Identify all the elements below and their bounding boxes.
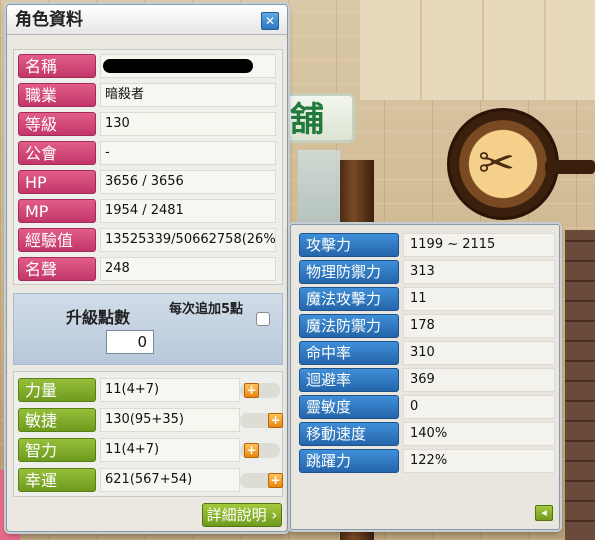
physical-defense-label: 物理防禦力	[299, 260, 399, 284]
luk-plus-button[interactable]: +	[268, 473, 283, 488]
fame-label: 名聲	[18, 257, 96, 281]
attack-value: 1199 ~ 2115	[403, 233, 555, 257]
int-label: 智力	[18, 438, 96, 462]
name-value	[100, 54, 276, 78]
avoidability-value: 369	[403, 368, 555, 392]
stat-row-luk: 幸運 621(567+54) +	[18, 468, 283, 492]
mp-label: MP	[18, 199, 96, 223]
detail-row-speed: 移動速度 140%	[299, 422, 555, 446]
add-five-checkbox[interactable]	[256, 312, 270, 326]
info-row-job: 職業 暗殺者	[18, 83, 278, 107]
exp-label: 經驗值	[18, 228, 96, 252]
info-row-exp: 經驗值 13525339/50662758(26%)	[18, 228, 278, 252]
hp-value: 3656 / 3656	[100, 170, 276, 194]
guild-label: 公會	[18, 141, 96, 165]
str-label: 力量	[18, 378, 96, 402]
hands-value: 0	[403, 395, 555, 419]
window-titlebar[interactable]: 角色資料 ✕	[7, 5, 287, 35]
detail-row-matk: 魔法攻擊力 11	[299, 287, 555, 311]
magic-attack-value: 11	[403, 287, 555, 311]
shop-sign-board: 舖	[283, 93, 355, 143]
info-row-hp: HP 3656 / 3656	[18, 170, 278, 194]
shop-window	[298, 150, 340, 230]
dex-label: 敏捷	[18, 408, 96, 432]
int-value: 11(4+7)	[100, 438, 240, 462]
luk-label: 幸運	[18, 468, 96, 492]
level-label: 等級	[18, 112, 96, 136]
speed-value: 140%	[403, 422, 555, 446]
close-icon: ✕	[264, 14, 276, 28]
fame-value: 248	[100, 257, 276, 281]
brick-wall	[565, 230, 595, 540]
magic-defense-value: 178	[403, 314, 555, 338]
accuracy-label: 命中率	[299, 341, 399, 365]
luk-value: 621(567+54)	[100, 468, 240, 492]
ability-points-value: 0	[106, 330, 154, 354]
sign-bracket	[545, 160, 595, 174]
building-facade	[360, 0, 595, 100]
stats-section: 力量 11(4+7) + 敏捷 130(95+35) + 智力 11(4+7) …	[13, 371, 283, 497]
stat-row-int: 智力 11(4+7) +	[18, 438, 280, 462]
guild-value: -	[100, 141, 276, 165]
add-five-label: 每次追加5點	[168, 302, 244, 317]
magic-defense-label: 魔法防禦力	[299, 314, 399, 338]
physical-defense-value: 313	[403, 260, 555, 284]
exp-value: 13525339/50662758(26%)	[100, 228, 276, 252]
info-row-level: 等級 130	[18, 112, 278, 136]
stat-row-str: 力量 11(4+7) +	[18, 378, 280, 402]
job-value: 暗殺者	[100, 83, 276, 107]
detail-row-accuracy: 命中率 310	[299, 341, 555, 365]
detailed-stats-panel: 攻擊力 1199 ~ 2115 物理防禦力 313 魔法攻擊力 11 魔法防禦力…	[290, 224, 560, 530]
attack-label: 攻擊力	[299, 233, 399, 257]
ability-points-label: 升級點數	[66, 308, 131, 327]
accuracy-value: 310	[403, 341, 555, 365]
detail-row-jump: 跳躍力 122%	[299, 449, 555, 473]
window-title: 角色資料	[15, 10, 83, 30]
mp-value: 1954 / 2481	[100, 199, 276, 223]
detail-row-mdef: 魔法防禦力 178	[299, 314, 555, 338]
ability-points-section: 升級點數 0 每次追加5點	[13, 293, 283, 365]
info-row-mp: MP 1954 / 2481	[18, 199, 278, 223]
hands-label: 靈敏度	[299, 395, 399, 419]
str-value: 11(4+7)	[100, 378, 240, 402]
speed-label: 移動速度	[299, 422, 399, 446]
avoidability-label: 迴避率	[299, 368, 399, 392]
stat-row-dex: 敏捷 130(95+35) +	[18, 408, 283, 432]
job-label: 職業	[18, 83, 96, 107]
name-label: 名稱	[18, 54, 96, 78]
basic-info-section: 名稱 職業 暗殺者 等級 130 公會 - HP 3656 / 3656 MP …	[13, 49, 283, 285]
character-info-window: 角色資料 ✕ 名稱 職業 暗殺者 等級 130 公會 - HP 3656 / 3…	[6, 4, 288, 532]
back-button[interactable]: ◂	[535, 505, 553, 521]
jump-label: 跳躍力	[299, 449, 399, 473]
jump-value: 122%	[403, 449, 555, 473]
str-plus-button[interactable]: +	[244, 383, 259, 398]
shop-sign-text: 舖	[290, 100, 324, 140]
info-row-guild: 公會 -	[18, 141, 278, 165]
detail-row-avoid: 迴避率 369	[299, 368, 555, 392]
arrow-left-icon: ◂	[541, 506, 547, 519]
int-plus-button[interactable]: +	[244, 443, 259, 458]
detail-row-pdef: 物理防禦力 313	[299, 260, 555, 284]
dex-value: 130(95+35)	[100, 408, 240, 432]
detail-button[interactable]: 詳細說明 ›	[202, 503, 282, 527]
magic-attack-label: 魔法攻擊力	[299, 287, 399, 311]
dex-plus-button[interactable]: +	[268, 413, 283, 428]
level-value: 130	[100, 112, 276, 136]
hp-label: HP	[18, 170, 96, 194]
scissors-icon: ✂	[478, 138, 515, 189]
close-button[interactable]: ✕	[261, 12, 279, 30]
redacted-name	[103, 59, 253, 73]
info-row-name: 名稱	[18, 54, 278, 78]
detail-row-attack: 攻擊力 1199 ~ 2115	[299, 233, 555, 257]
info-row-fame: 名聲 248	[18, 257, 278, 281]
detail-row-hands: 靈敏度 0	[299, 395, 555, 419]
